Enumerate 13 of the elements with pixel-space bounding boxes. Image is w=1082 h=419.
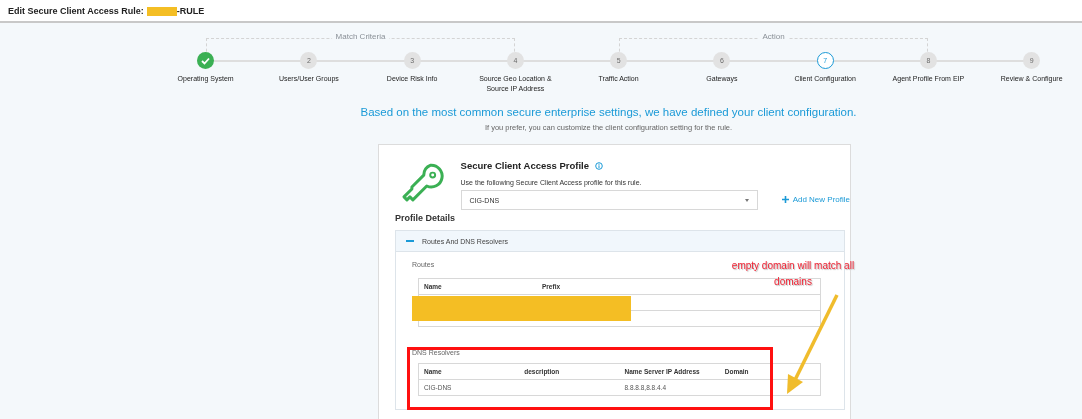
plus-icon — [781, 196, 789, 203]
caret-icon — [744, 198, 749, 202]
profile-title: Secure Client Access Profile — [460, 160, 590, 171]
annotation-note: empty domain will match all domains — [730, 259, 856, 289]
intro-heading: Based on the most common secure enterprise settings, we have defined your client configuration. — [360, 106, 857, 118]
section-title: Profile Details — [395, 213, 457, 223]
info-icon[interactable] — [595, 161, 604, 170]
page-title: Edit Secure Client Access Rule: — [8, 6, 144, 16]
page-title: -RULE — [176, 6, 205, 16]
step-circle[interactable] — [197, 52, 215, 69]
section-label: Action — [758, 32, 789, 41]
section-label: Match Criteria — [331, 32, 390, 41]
add-profile-link[interactable]: Add New Profile — [781, 195, 850, 204]
